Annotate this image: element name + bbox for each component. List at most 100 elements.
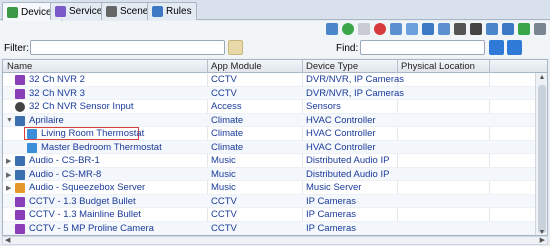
device-name: 32 Ch NVR 2 (29, 74, 85, 85)
device-type: Distributed Audio IP (306, 155, 390, 166)
table-row[interactable]: ▶ Audio - CS-BR-1 Music Distributed Audi… (3, 154, 535, 168)
camera-icon (15, 223, 25, 234)
scrollbar-thumb[interactable] (538, 85, 546, 233)
collapse-arrow-icon[interactable]: ▼ (6, 117, 13, 124)
add-icon[interactable] (342, 23, 354, 35)
device-type: HVAC Controller (306, 141, 376, 153)
find-label: Find: (336, 43, 359, 54)
thermostat-icon (27, 142, 37, 153)
tab-bar: Devices Services Scenes Rules (0, 0, 550, 21)
house-icon (15, 156, 25, 166)
device-type: Sensors (306, 101, 341, 112)
device-type: DVR/NVR, IP Cameras (306, 74, 405, 85)
house-icon (15, 169, 25, 180)
table-row[interactable]: Master Bedroom Thermostat Climate HVAC C… (3, 140, 535, 154)
find-up-icon[interactable] (507, 40, 522, 55)
scroll-right-icon[interactable]: ▶ (540, 236, 545, 244)
app-module: CCTV (211, 222, 237, 234)
image-icon[interactable] (470, 23, 482, 35)
table-row[interactable]: CCTV - 1.3 Budget Bullet CCTV IP Cameras (3, 194, 535, 208)
sensor-icon (15, 102, 25, 112)
camera-icon (15, 196, 25, 207)
scenes-icon (106, 6, 117, 17)
device-type: DVR/NVR, IP Cameras (306, 87, 405, 99)
device-type: HVAC Controller (306, 128, 376, 139)
move-icon[interactable] (406, 23, 418, 35)
edit-icon[interactable] (390, 23, 402, 35)
table-row[interactable]: ▶ Audio - CS-MR-8 Music Distributed Audi… (3, 167, 535, 181)
device-type: Music Server (306, 182, 362, 193)
scroll-left-icon[interactable]: ◀ (5, 236, 10, 244)
refresh-icon[interactable] (486, 23, 498, 35)
network-icon[interactable] (326, 23, 338, 35)
find-input[interactable] (360, 40, 485, 55)
device-name: 32 Ch NVR Sensor Input (29, 101, 134, 112)
device-name: Audio - Squeezebox Server (29, 182, 146, 193)
device-name: CCTV - 1.3 Budget Bullet (29, 195, 136, 207)
find-down-icon[interactable] (489, 40, 504, 55)
expand-arrow-icon[interactable]: ▶ (6, 184, 11, 192)
device-table: Name App Module Device Type Physical Loc… (2, 59, 548, 236)
device-type: IP Cameras (306, 209, 356, 220)
devices-icon (7, 6, 18, 18)
device-type: IP Cameras (306, 222, 356, 234)
column-header-physical-location[interactable]: Physical Location (401, 61, 475, 72)
filter-clear-icon[interactable] (228, 40, 243, 55)
device-name: Audio - CS-MR-8 (29, 168, 102, 180)
device-type: IP Cameras (306, 195, 356, 207)
app-module: Access (211, 101, 242, 112)
column-divider[interactable] (302, 60, 303, 73)
table-row[interactable]: CCTV - 1.3 Mainline Bullet CCTV IP Camer… (3, 208, 535, 222)
scroll-up-icon[interactable]: ▲ (538, 74, 546, 81)
export-icon[interactable] (454, 23, 466, 35)
copy-icon[interactable] (422, 23, 434, 35)
tab-rules[interactable]: Rules (147, 2, 197, 20)
device-name: Aprilaire (29, 114, 64, 126)
layout-icon[interactable] (518, 23, 530, 35)
collapse-icon[interactable] (534, 23, 546, 35)
music-icon (15, 183, 25, 193)
horizontal-scrollbar[interactable]: ◀ ▶ (2, 236, 548, 245)
app-module: Music (211, 155, 236, 166)
app-module: Climate (211, 141, 244, 153)
column-divider[interactable] (489, 60, 490, 73)
table-row[interactable]: 32 Ch NVR 3 CCTV DVR/NVR, IP Cameras (3, 86, 535, 100)
device-type: Distributed Audio IP (306, 168, 390, 180)
table-row-selected[interactable]: Living Room Thermostat Climate HVAC Cont… (3, 127, 535, 141)
paste-icon[interactable] (438, 23, 450, 35)
rules-icon (152, 6, 163, 17)
device-name: CCTV - 5 MP Proline Camera (29, 222, 154, 234)
camera-icon (15, 210, 25, 220)
app-module: CCTV (211, 209, 237, 220)
table-row[interactable]: 32 Ch NVR Sensor Input Access Sensors (3, 100, 535, 114)
column-header-name[interactable]: Name (7, 61, 32, 72)
table-row[interactable]: ▼ Aprilaire Climate HVAC Controller (3, 113, 535, 127)
camera-icon (15, 88, 25, 99)
remove-icon[interactable] (374, 23, 386, 35)
table-row[interactable]: ▶ Audio - Squeezebox Server Music Music … (3, 181, 535, 195)
properties-icon[interactable] (358, 23, 370, 35)
app-module: CCTV (211, 195, 237, 207)
expand-arrow-icon[interactable]: ▶ (6, 157, 11, 165)
toolbar (0, 21, 550, 39)
column-header-app-module[interactable]: App Module (211, 61, 262, 72)
toolbar-icons (326, 23, 546, 35)
column-divider[interactable] (397, 60, 398, 73)
app-module: Climate (211, 128, 244, 139)
filter-label: Filter: (4, 43, 29, 54)
app-module: CCTV (211, 87, 237, 99)
app-module: CCTV (211, 74, 237, 85)
column-header-device-type[interactable]: Device Type (306, 61, 358, 72)
table-body: 32 Ch NVR 2 CCTV DVR/NVR, IP Cameras 32 … (3, 73, 535, 235)
vertical-scrollbar[interactable]: ▲ ▼ (535, 73, 547, 235)
table-row[interactable]: CCTV - 5 MP Proline Camera CCTV IP Camer… (3, 221, 535, 235)
filter-input[interactable] (30, 40, 225, 55)
thermostat-icon (27, 129, 37, 139)
table-row[interactable]: 32 Ch NVR 2 CCTV DVR/NVR, IP Cameras (3, 73, 535, 87)
column-divider[interactable] (207, 60, 208, 73)
scroll-down-icon[interactable]: ▼ (538, 229, 546, 235)
device-name: Audio - CS-BR-1 (29, 155, 100, 166)
grid-icon[interactable] (502, 23, 514, 35)
app-module: Music (211, 182, 236, 193)
expand-arrow-icon[interactable]: ▶ (6, 171, 11, 179)
